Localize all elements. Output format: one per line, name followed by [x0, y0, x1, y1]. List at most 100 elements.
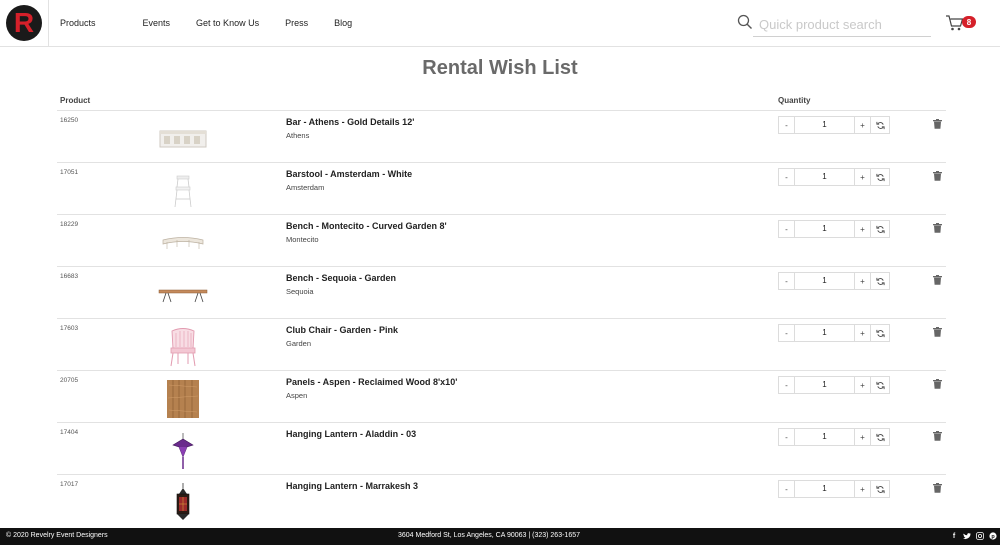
table-row: 20705 Panels - Aspen - Reclaimed Wood 8'…: [57, 371, 946, 423]
table-row: 17404 Hanging Lantern - Aladdin - 03 - 1…: [57, 423, 946, 475]
refresh-icon[interactable]: [871, 117, 889, 133]
product-sku: 18229: [60, 221, 79, 228]
decrease-quantity-button[interactable]: -: [779, 429, 795, 445]
curved-bench-image[interactable]: [153, 223, 213, 263]
logo-letter: R: [13, 7, 35, 38]
social-links: f p: [950, 531, 997, 541]
quantity-stepper: - 1 +: [778, 116, 890, 134]
logo-link[interactable]: R: [0, 0, 49, 46]
main-nav: Products Events Get to Know Us Press Blo…: [60, 0, 352, 46]
decrease-quantity-button[interactable]: -: [779, 325, 795, 341]
product-name[interactable]: Bench - Sequoia - Garden: [286, 273, 396, 283]
quantity-input[interactable]: 1: [795, 273, 855, 289]
quantity-input[interactable]: 1: [795, 169, 855, 185]
wood-panel-image[interactable]: [153, 379, 213, 419]
column-header-product: Product: [60, 96, 91, 105]
nav-events[interactable]: Events: [143, 18, 171, 28]
quantity-stepper: - 1 +: [778, 272, 890, 290]
address-text: 3604 Medford St, Los Angeles, CA 90063 |…: [398, 532, 580, 539]
increase-quantity-button[interactable]: +: [855, 377, 871, 393]
decrease-quantity-button[interactable]: -: [779, 377, 795, 393]
increase-quantity-button[interactable]: +: [855, 221, 871, 237]
product-category: Garden: [286, 339, 312, 348]
increase-quantity-button[interactable]: +: [855, 117, 871, 133]
marrakesh-lantern-image[interactable]: [153, 483, 213, 523]
pinterest-icon[interactable]: p: [989, 531, 997, 541]
product-category: Athens: [286, 131, 310, 140]
quantity-stepper: - 1 +: [778, 376, 890, 394]
barstool-image[interactable]: [153, 171, 213, 211]
refresh-icon[interactable]: [871, 377, 889, 393]
product-name[interactable]: Hanging Lantern - Aladdin - 03: [286, 429, 416, 439]
product-name[interactable]: Club Chair - Garden - Pink: [286, 325, 398, 335]
product-name[interactable]: Bar - Athens - Gold Details 12': [286, 117, 414, 127]
nav-blog[interactable]: Blog: [334, 18, 352, 28]
trash-icon[interactable]: [933, 171, 942, 181]
product-sku: 16683: [60, 273, 79, 280]
refresh-icon[interactable]: [871, 481, 889, 497]
column-header-quantity: Quantity: [778, 96, 811, 105]
quantity-stepper: - 1 +: [778, 220, 890, 238]
quantity-input[interactable]: 1: [795, 221, 855, 237]
site-footer: © 2020 Revelry Event Designers 3604 Medf…: [0, 528, 1000, 545]
copyright-text: © 2020 Revelry Event Designers: [6, 532, 108, 539]
quantity-input[interactable]: 1: [795, 429, 855, 445]
pink-chair-image[interactable]: [153, 327, 213, 367]
product-name[interactable]: Barstool - Amsterdam - White: [286, 169, 412, 179]
table-row: 18229 Bench - Montecito - Curved Garden …: [57, 215, 946, 267]
product-name[interactable]: Panels - Aspen - Reclaimed Wood 8'x10': [286, 377, 457, 387]
refresh-icon[interactable]: [871, 169, 889, 185]
nav-press[interactable]: Press: [285, 18, 308, 28]
product-sku: 20705: [60, 377, 79, 384]
quantity-input[interactable]: 1: [795, 325, 855, 341]
quantity-stepper: - 1 +: [778, 324, 890, 342]
decrease-quantity-button[interactable]: -: [779, 117, 795, 133]
increase-quantity-button[interactable]: +: [855, 481, 871, 497]
logo: R: [6, 5, 42, 41]
quantity-input[interactable]: 1: [795, 117, 855, 133]
product-category: Aspen: [286, 391, 308, 400]
decrease-quantity-button[interactable]: -: [779, 481, 795, 497]
product-category: Amsterdam: [286, 183, 325, 192]
nav-products[interactable]: Products: [60, 18, 96, 28]
trash-icon[interactable]: [933, 275, 942, 285]
increase-quantity-button[interactable]: +: [855, 169, 871, 185]
nav-get-to-know-us[interactable]: Get to Know Us: [196, 18, 259, 28]
trash-icon[interactable]: [933, 119, 942, 129]
trash-icon[interactable]: [933, 379, 942, 389]
trash-icon[interactable]: [933, 431, 942, 441]
table-row: 17051 Barstool - Amsterdam - White Amste…: [57, 163, 946, 215]
product-sku: 17603: [60, 325, 79, 332]
quantity-input[interactable]: 1: [795, 481, 855, 497]
trash-icon[interactable]: [933, 223, 942, 233]
refresh-icon[interactable]: [871, 429, 889, 445]
refresh-icon[interactable]: [871, 325, 889, 341]
bar-image[interactable]: [153, 119, 213, 159]
bench-image[interactable]: [153, 275, 213, 315]
table-row: 17017 Hanging Lantern - Marrakesh 3 - 1 …: [57, 475, 946, 527]
facebook-icon[interactable]: f: [950, 531, 958, 541]
trash-icon[interactable]: [933, 327, 942, 337]
decrease-quantity-button[interactable]: -: [779, 273, 795, 289]
increase-quantity-button[interactable]: +: [855, 429, 871, 445]
product-sku: 17404: [60, 429, 79, 436]
search-input[interactable]: [753, 12, 931, 37]
product-name[interactable]: Hanging Lantern - Marrakesh 3: [286, 481, 418, 491]
quantity-stepper: - 1 +: [778, 168, 890, 186]
site-header: R Products Events Get to Know Us Press B…: [0, 0, 1000, 47]
quantity-input[interactable]: 1: [795, 377, 855, 393]
refresh-icon[interactable]: [871, 221, 889, 237]
increase-quantity-button[interactable]: +: [855, 325, 871, 341]
product-sku: 17051: [60, 169, 79, 176]
decrease-quantity-button[interactable]: -: [779, 221, 795, 237]
search-icon[interactable]: [737, 14, 753, 30]
table-row: 16683 Bench - Sequoia - Garden Sequoia -…: [57, 267, 946, 319]
decrease-quantity-button[interactable]: -: [779, 169, 795, 185]
product-name[interactable]: Bench - Montecito - Curved Garden 8': [286, 221, 447, 231]
instagram-icon[interactable]: [976, 531, 984, 541]
trash-icon[interactable]: [933, 483, 942, 493]
increase-quantity-button[interactable]: +: [855, 273, 871, 289]
refresh-icon[interactable]: [871, 273, 889, 289]
twitter-icon[interactable]: [963, 531, 971, 541]
purple-lantern-image[interactable]: [153, 431, 213, 471]
